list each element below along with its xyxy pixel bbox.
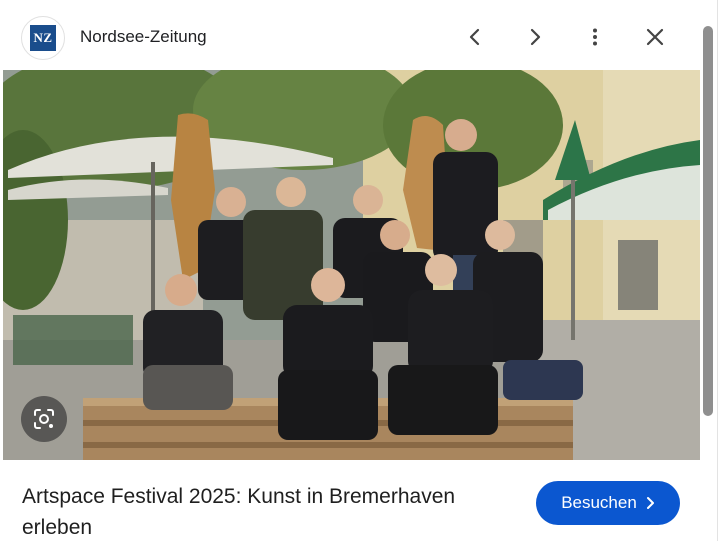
more-vert-icon xyxy=(593,28,597,46)
next-button[interactable] xyxy=(518,20,552,54)
visual-search-button[interactable] xyxy=(21,396,67,442)
source-favicon[interactable]: NZ xyxy=(21,16,65,60)
preview-header: NZ Nordsee-Zeitung xyxy=(0,0,700,70)
chevron-left-icon xyxy=(469,28,480,46)
preview-panel: NZ Nordsee-Zeitung Artspace Festival 202… xyxy=(0,0,718,541)
source-logo: NZ xyxy=(30,25,56,51)
close-icon xyxy=(646,28,664,46)
group-photo xyxy=(3,70,700,460)
result-title[interactable]: Artspace Festival 2025: Kunst in Bremerh… xyxy=(22,481,492,543)
preview-image[interactable] xyxy=(3,70,700,460)
visit-button-label: Besuchen xyxy=(561,493,637,512)
chevron-right-icon xyxy=(646,497,654,509)
close-button[interactable] xyxy=(638,20,672,54)
chevron-right-icon xyxy=(530,28,541,46)
google-lens-icon xyxy=(34,409,54,429)
more-options-button[interactable] xyxy=(578,20,612,54)
previous-button[interactable] xyxy=(458,20,492,54)
visit-button[interactable]: Besuchen xyxy=(536,481,680,525)
source-name[interactable]: Nordsee-Zeitung xyxy=(80,27,207,47)
scrollbar-thumb[interactable] xyxy=(703,26,713,416)
